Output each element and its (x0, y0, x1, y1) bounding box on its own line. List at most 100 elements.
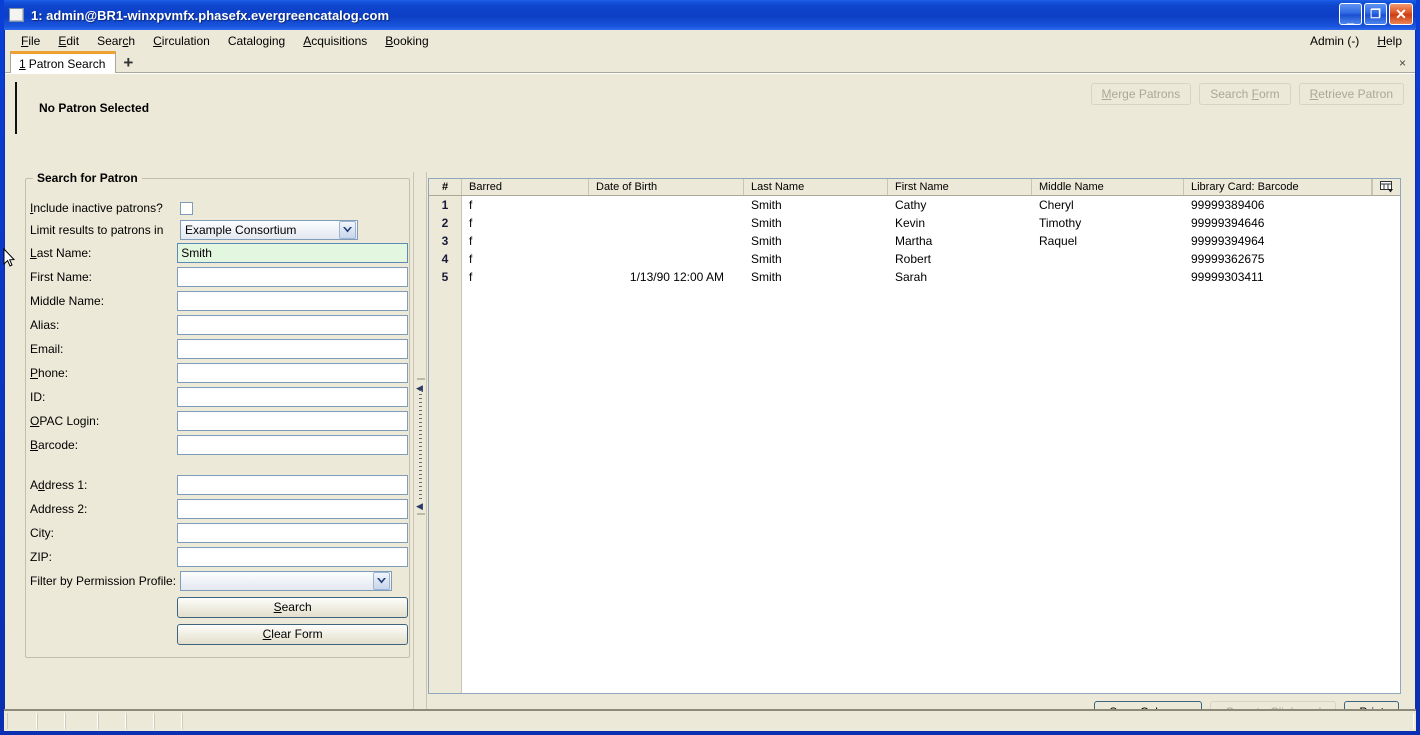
barcode-label: Barcode: (30, 438, 79, 452)
patron-status-label: No Patron Selected (39, 101, 150, 115)
application-window: 1: admin@BR1-winxpvmfx.phasefx.evergreen… (0, 0, 1420, 735)
column-header-dob[interactable]: Date of Birth (589, 179, 744, 195)
table-row[interactable]: 3 f Smith Martha Raquel 99999394964 (429, 232, 1400, 250)
column-header-barred[interactable]: Barred (462, 179, 589, 195)
close-button[interactable]: ✕ (1389, 3, 1413, 25)
results-body: 1 f Smith Cathy Cheryl 99999389406 2 f Smith Kevi… (429, 196, 1400, 693)
field-include-inactive: Include inactive patrons? (30, 196, 408, 220)
address-2-label: Address 2: (30, 502, 88, 516)
cell-middle (1032, 268, 1184, 286)
column-header-first[interactable]: First Name (888, 179, 1032, 195)
chevron-down-icon (339, 221, 356, 239)
opac-login-input[interactable] (177, 411, 408, 431)
status-cell-2 (37, 713, 65, 729)
first-name-input[interactable] (177, 267, 408, 287)
column-header-barcode[interactable]: Library Card: Barcode (1184, 179, 1372, 195)
menu-cataloging[interactable]: Cataloging (219, 32, 294, 50)
cell-barcode: 99999389406 (1191, 198, 1265, 212)
search-form-button[interactable]: Search Form (1199, 83, 1291, 105)
barcode-input[interactable] (177, 435, 408, 455)
maximize-icon: ❐ (1370, 7, 1381, 21)
maximize-button[interactable]: ❐ (1364, 3, 1387, 25)
menu-search[interactable]: Search (88, 32, 144, 50)
splitter-grip (419, 390, 422, 500)
menu-circulation[interactable]: Circulation (144, 32, 219, 50)
results-pane: # Barred Date of Birth Last Name First Name M… (428, 172, 1405, 723)
permission-profile-select[interactable] (180, 571, 392, 591)
menu-admin[interactable]: Admin (-) (1301, 32, 1368, 50)
field-zip: ZIP: (30, 545, 408, 569)
patron-actions: Merge Patrons Search Form Retrieve Patro… (1090, 83, 1404, 105)
permission-profile-label: Filter by Permission Profile: (30, 574, 177, 588)
search-button[interactable]: Search (177, 596, 408, 618)
address-2-input[interactable] (177, 499, 408, 519)
email-input[interactable] (177, 339, 408, 359)
menu-edit[interactable]: Edit (49, 32, 88, 50)
menu-acquisitions[interactable]: Acquisitions (294, 32, 376, 50)
id-input[interactable] (177, 387, 408, 407)
field-opac-login: OPAC Login: (30, 409, 408, 433)
system-menu-icon[interactable] (9, 8, 24, 22)
new-tab-button[interactable]: + (123, 54, 133, 71)
column-header-num[interactable]: # (429, 179, 462, 195)
merge-patrons-button[interactable]: Merge Patrons (1090, 83, 1192, 105)
splitter-cap-bottom (417, 513, 425, 515)
status-cell-3 (65, 713, 98, 729)
field-alias: Alias: (30, 313, 408, 337)
limit-results-select[interactable]: Example Consortium (180, 220, 358, 240)
minimize-button[interactable]: _ (1339, 3, 1362, 25)
clear-form-button-row: Clear Form (30, 622, 408, 646)
menu-file[interactable]: File (12, 32, 49, 50)
client-area: File Edit Search Circulation Cataloging … (4, 30, 1416, 731)
window-title: 1: admin@BR1-winxpvmfx.phasefx.evergreen… (31, 7, 390, 23)
splitter-collapse-right-icon[interactable]: ◀ (416, 502, 423, 511)
cell-num: 5 (429, 268, 462, 286)
cell-first: Martha (895, 234, 933, 248)
address-1-input[interactable] (177, 475, 408, 495)
minimize-icon: _ (1346, 10, 1355, 25)
cell-middle: Cheryl (1039, 198, 1074, 212)
results-rows: 1 f Smith Cathy Cheryl 99999389406 2 f Smith Kevi… (429, 196, 1400, 286)
pane-splitter[interactable]: ◀ ◀ (413, 172, 427, 723)
status-cell-6 (154, 713, 182, 729)
search-for-patron-group: Search for Patron Include inactive patro… (25, 171, 410, 658)
window-controls: _ ❐ ✕ (1339, 3, 1413, 25)
status-cell-7 (182, 713, 1414, 729)
first-name-label: First Name: (30, 270, 93, 284)
cell-last: Smith (751, 234, 782, 248)
cell-last: Smith (751, 216, 782, 230)
middle-name-input[interactable] (177, 291, 408, 311)
retrieve-patron-button[interactable]: Retrieve Patron (1298, 83, 1404, 105)
cell-barred: f (469, 270, 473, 284)
menu-booking[interactable]: Booking (376, 32, 437, 50)
table-row[interactable]: 1 f Smith Cathy Cheryl 99999389406 (429, 196, 1400, 214)
cell-num: 1 (429, 196, 462, 214)
last-name-input[interactable] (177, 243, 408, 263)
table-row[interactable]: 4 f Smith Robert 99999362675 (429, 250, 1400, 268)
cell-last: Smith (751, 198, 782, 212)
chevron-down-icon (373, 572, 390, 590)
phone-input[interactable] (177, 363, 408, 383)
results-header-row: # Barred Date of Birth Last Name First Name M… (429, 179, 1400, 196)
table-row[interactable]: 2 f Smith Kevin Timothy 99999394646 (429, 214, 1400, 232)
column-header-middle[interactable]: Middle Name (1032, 179, 1184, 195)
id-label: ID: (30, 390, 46, 404)
search-group-legend: Search for Patron (33, 171, 142, 185)
tab-patron-search[interactable]: 1 Patron Search (10, 51, 117, 73)
status-bar (4, 709, 1416, 731)
cell-dob (589, 214, 744, 232)
zip-input[interactable] (177, 547, 408, 567)
clear-form-button[interactable]: Clear Form (177, 623, 408, 645)
cell-middle: Raquel (1039, 234, 1078, 248)
include-inactive-checkbox[interactable] (180, 201, 193, 215)
close-tab-button[interactable]: × (1399, 56, 1406, 70)
zip-label: ZIP: (30, 550, 53, 564)
search-button-row: Search (30, 595, 408, 619)
city-input[interactable] (177, 523, 408, 543)
column-header-last[interactable]: Last Name (744, 179, 888, 195)
column-picker-icon[interactable] (1372, 179, 1400, 195)
menu-help[interactable]: Help (1368, 32, 1411, 50)
alias-input[interactable] (177, 315, 408, 335)
table-row[interactable]: 5 f 1/13/90 12:00 AM Smith Sarah 99999303411 (429, 268, 1400, 286)
title-bar: 1: admin@BR1-winxpvmfx.phasefx.evergreen… (4, 0, 1416, 30)
